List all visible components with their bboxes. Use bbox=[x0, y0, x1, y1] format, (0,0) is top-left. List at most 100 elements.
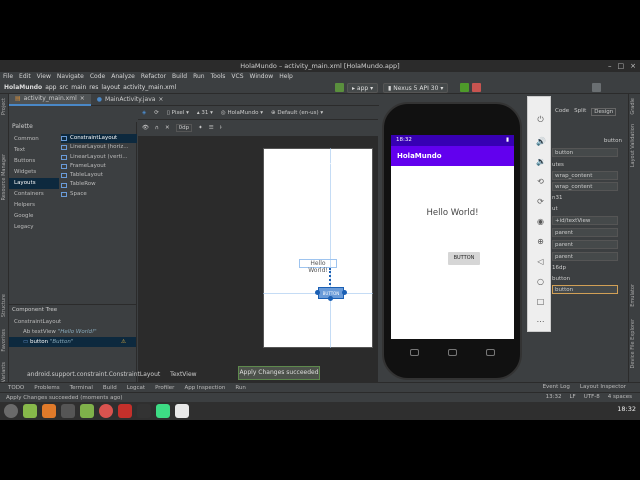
design-view-tab[interactable]: Design bbox=[591, 108, 617, 116]
palette-category[interactable]: Buttons bbox=[9, 156, 59, 167]
breadcrumb-layout[interactable]: layout bbox=[101, 82, 120, 94]
id-field[interactable]: button bbox=[552, 148, 618, 157]
run-config-select[interactable]: ▸ app ▾ bbox=[347, 83, 379, 93]
palette-category[interactable]: Legacy bbox=[9, 222, 59, 233]
palette-item[interactable]: Space bbox=[61, 190, 137, 199]
menu-window[interactable]: Window bbox=[250, 72, 274, 82]
crumb-child[interactable]: TextView bbox=[170, 371, 196, 378]
layout-width-field[interactable]: wrap_content bbox=[552, 171, 618, 180]
menu-navigate[interactable]: Navigate bbox=[57, 72, 84, 82]
profiler-tab[interactable]: Profiler bbox=[155, 383, 174, 392]
favorites-tab[interactable]: Favorites bbox=[1, 329, 7, 352]
constraint-top-field[interactable]: +id/textView bbox=[552, 216, 618, 225]
overview-icon[interactable]: □ bbox=[536, 297, 545, 306]
project-tool-tab[interactable]: Project bbox=[1, 98, 7, 115]
gradle-tab[interactable]: Gradle bbox=[630, 98, 636, 115]
palette-item[interactable]: LinearLayout (horiz... bbox=[61, 143, 137, 152]
tree-row-constraintlayout[interactable]: ConstraintLayout bbox=[9, 317, 136, 327]
emulator-tab[interactable]: Emulator bbox=[630, 284, 636, 307]
tree-row-textview[interactable]: Ab textView "Hello World!" bbox=[9, 327, 136, 337]
constraint-end-field[interactable]: parent bbox=[552, 240, 618, 249]
tab-main-activity[interactable]: ● MainActivity.java × bbox=[91, 94, 170, 106]
menu-build[interactable]: Build bbox=[172, 72, 187, 82]
search-icon[interactable] bbox=[592, 83, 601, 92]
menu-vcs[interactable]: VCS bbox=[231, 72, 243, 82]
close-icon[interactable]: × bbox=[630, 62, 636, 70]
split-view-tab[interactable]: Split bbox=[574, 108, 586, 116]
rotate-left-icon[interactable]: ⟲ bbox=[536, 177, 545, 186]
folder-icon[interactable] bbox=[80, 404, 94, 418]
bottom-anchor-handle[interactable] bbox=[328, 296, 333, 301]
more-icon[interactable]: ⋯ bbox=[536, 317, 545, 326]
back-icon[interactable] bbox=[409, 348, 419, 356]
palette-category[interactable]: Google bbox=[9, 211, 59, 222]
file-encoding[interactable]: UTF-8 bbox=[584, 392, 600, 402]
event-log-tab[interactable]: Event Log bbox=[543, 382, 570, 392]
zoom-icon[interactable]: ⊕ bbox=[536, 237, 545, 246]
breadcrumb-res[interactable]: res bbox=[89, 82, 98, 94]
menu-help[interactable]: Help bbox=[279, 72, 293, 82]
app-inspection-tab[interactable]: App Inspection bbox=[184, 383, 225, 392]
warning-icon[interactable]: ⚠ bbox=[121, 337, 126, 347]
clear-constraints-icon[interactable]: ✕ bbox=[165, 125, 170, 131]
palette-category[interactable]: Helpers bbox=[9, 200, 59, 211]
hammer-icon[interactable] bbox=[335, 83, 344, 92]
palette-item[interactable]: TableRow bbox=[61, 180, 137, 189]
emulator-button[interactable]: BUTTON bbox=[448, 252, 480, 265]
menu-run[interactable]: Run bbox=[193, 72, 205, 82]
menu-icon[interactable] bbox=[4, 404, 18, 418]
home-icon[interactable]: ○ bbox=[536, 277, 545, 286]
android-icon[interactable] bbox=[156, 404, 170, 418]
crumb-parent[interactable]: android.support.constraint.ConstraintLay… bbox=[27, 371, 160, 378]
minimize-icon[interactable]: – bbox=[608, 62, 612, 70]
text-field[interactable]: button bbox=[552, 285, 618, 294]
infer-constraints-icon[interactable]: ✦ bbox=[198, 125, 203, 131]
todo-tab[interactable]: TODO bbox=[8, 383, 24, 392]
view-options-icon[interactable]: 👁 bbox=[142, 125, 149, 131]
package-manager-icon[interactable] bbox=[42, 404, 56, 418]
logcat-tab[interactable]: Logcat bbox=[127, 383, 145, 392]
menu-refactor[interactable]: Refactor bbox=[141, 72, 166, 82]
design-surface-icon[interactable]: ◈ bbox=[142, 110, 146, 116]
right-anchor-handle[interactable] bbox=[342, 290, 347, 295]
terminal-tab[interactable]: Terminal bbox=[70, 383, 93, 392]
breadcrumb-file[interactable]: activity_main.xml bbox=[123, 82, 176, 94]
rotate-right-icon[interactable]: ⟳ bbox=[536, 197, 545, 206]
layout-preview[interactable] bbox=[263, 148, 373, 348]
maximize-icon[interactable]: □ bbox=[618, 62, 625, 70]
api-select[interactable]: ▴ 31 ▾ bbox=[197, 110, 213, 116]
palette-item[interactable]: FrameLayout bbox=[61, 162, 137, 171]
app-icon[interactable] bbox=[118, 404, 132, 418]
align-icon[interactable]: ☰ bbox=[209, 125, 214, 131]
guidelines-icon[interactable]: ⊦ bbox=[220, 125, 223, 131]
files-icon[interactable] bbox=[23, 404, 37, 418]
palette-item[interactable]: ConstraintLayout bbox=[61, 134, 137, 144]
device-select[interactable]: ▯ Pixel ▾ bbox=[167, 110, 189, 116]
palette-category[interactable]: Widgets bbox=[9, 167, 59, 178]
volume-up-icon[interactable]: 🔊 bbox=[536, 137, 546, 146]
stop-icon[interactable] bbox=[472, 83, 481, 92]
volume-down-icon[interactable]: 🔉 bbox=[536, 157, 546, 166]
back-icon[interactable]: ◁ bbox=[536, 257, 545, 266]
palette-item[interactable]: LinearLayout (verti... bbox=[61, 153, 137, 162]
recents-icon[interactable] bbox=[486, 348, 496, 356]
orientation-icon[interactable]: ⟳ bbox=[154, 110, 159, 116]
layout-validation-tab[interactable]: Layout Validation bbox=[630, 124, 636, 167]
indent-setting[interactable]: 4 spaces bbox=[608, 392, 632, 402]
line-separator[interactable]: LF bbox=[569, 392, 575, 402]
menu-edit[interactable]: Edit bbox=[19, 72, 31, 82]
camera-icon[interactable]: ◉ bbox=[536, 217, 545, 226]
palette-category[interactable]: Text bbox=[9, 145, 59, 156]
tab-activity-main[interactable]: ▤ activity_main.xml × bbox=[9, 94, 91, 106]
default-margin-field[interactable]: 0dp bbox=[175, 124, 193, 132]
magnet-icon[interactable]: ∩ bbox=[155, 125, 159, 131]
palette-category[interactable]: Containers bbox=[9, 189, 59, 200]
home-icon[interactable] bbox=[447, 348, 457, 356]
run-tab[interactable]: Run bbox=[235, 383, 246, 392]
chrome-icon[interactable] bbox=[99, 404, 113, 418]
layout-inspector-tab[interactable]: Layout Inspector bbox=[580, 382, 626, 392]
menu-view[interactable]: View bbox=[37, 72, 51, 82]
device-select[interactable]: ▮ Nexus 5 API 30 ▾ bbox=[383, 83, 449, 93]
constraint-start-field[interactable]: parent bbox=[552, 228, 618, 237]
problems-tab[interactable]: Problems bbox=[34, 383, 59, 392]
